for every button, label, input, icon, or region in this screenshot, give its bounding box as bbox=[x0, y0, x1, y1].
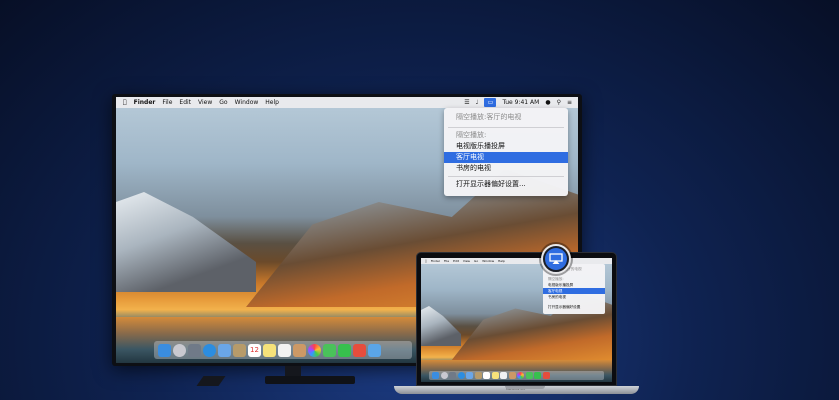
airplay-menu: 隔空播放:客厅的电视 隔空播放: 电视版乐播投屏 客厅电视 书房的电视 打开显示… bbox=[444, 108, 568, 196]
macbook-facetime-icon[interactable] bbox=[534, 372, 541, 379]
macbook-news-icon[interactable] bbox=[542, 372, 550, 379]
launchpad-icon[interactable] bbox=[188, 343, 201, 357]
dock: 12 bbox=[154, 341, 412, 359]
macbook-photos-icon[interactable] bbox=[517, 372, 524, 379]
macbook-menu-file[interactable]: File bbox=[444, 259, 449, 263]
airplay-magnifier bbox=[541, 244, 571, 274]
tv-stand-foot-right bbox=[265, 376, 355, 384]
menu-file[interactable]: File bbox=[162, 99, 172, 106]
spotlight-icon[interactable]: ⚲ bbox=[557, 99, 561, 106]
macbook-screen:  Finder File Edit View Go Window Help 隔… bbox=[421, 258, 612, 382]
menu-divider bbox=[448, 127, 564, 128]
wifi-icon[interactable]: ☰ bbox=[464, 99, 469, 106]
calendar-icon[interactable]: 12 bbox=[248, 343, 261, 357]
mail-icon[interactable] bbox=[218, 343, 231, 357]
macbook-menu-go[interactable]: Go bbox=[474, 259, 478, 263]
macbook-apple-icon[interactable]:  bbox=[425, 259, 427, 263]
notification-center-icon[interactable]: ≡ bbox=[567, 99, 572, 106]
macbook-reminders-icon[interactable] bbox=[500, 372, 507, 379]
messages-icon[interactable] bbox=[323, 343, 336, 357]
menu-bar:  Finder File Edit View Go Window Help ☰… bbox=[116, 97, 578, 108]
macbook-display-prefs[interactable]: 打开显示器偏好设置 bbox=[543, 304, 605, 310]
apple-menu-icon[interactable]:  bbox=[123, 99, 127, 106]
menu-edit[interactable]: Edit bbox=[179, 99, 191, 106]
menu-divider bbox=[448, 176, 564, 177]
macbook-notch bbox=[505, 386, 545, 389]
macbook-menu-help[interactable]: Help bbox=[498, 259, 505, 263]
macbook-contacts-icon[interactable] bbox=[474, 372, 482, 379]
news-icon[interactable] bbox=[353, 343, 366, 357]
finder-icon[interactable] bbox=[158, 343, 171, 357]
safari-icon[interactable] bbox=[203, 343, 216, 357]
macbook-launchpad-icon[interactable] bbox=[449, 372, 456, 379]
macbook-mail-icon[interactable] bbox=[466, 372, 473, 379]
reminders-icon[interactable] bbox=[278, 343, 291, 357]
notes-icon[interactable] bbox=[263, 343, 276, 357]
airplay-device-3[interactable]: 书房的电视 bbox=[444, 163, 568, 174]
menu-clock[interactable]: Tue 9:41 AM bbox=[502, 99, 539, 106]
macbook-maps-icon[interactable] bbox=[508, 372, 516, 379]
menu-go[interactable]: Go bbox=[219, 99, 227, 106]
photos-icon[interactable] bbox=[308, 343, 321, 357]
macbook-finder-icon[interactable] bbox=[432, 372, 439, 379]
macbook-menu-view[interactable]: View bbox=[463, 259, 470, 263]
menu-view[interactable]: View bbox=[198, 99, 212, 106]
menu-finder[interactable]: Finder bbox=[134, 99, 156, 106]
maps-icon[interactable] bbox=[293, 343, 306, 357]
menu-window[interactable]: Window bbox=[235, 99, 259, 106]
airplay-device-1[interactable]: 电视版乐播投屏 bbox=[444, 141, 568, 152]
airplay-icon[interactable]: ▭ bbox=[484, 98, 497, 107]
tv-stand-foot-left bbox=[196, 376, 226, 386]
display-preferences-item[interactable]: 打开显示器偏好设置... bbox=[444, 179, 568, 190]
airplay-section-label: 隔空播放: bbox=[456, 131, 487, 139]
airplay-menu-header: 隔空播放:客厅的电视 bbox=[456, 113, 522, 121]
volume-icon[interactable]: ♩ bbox=[476, 99, 479, 106]
macbook-dock bbox=[429, 371, 604, 380]
status-area: ☰ ♩ ▭ Tue 9:41 AM ● ⚲ ≡ bbox=[464, 97, 572, 108]
user-icon[interactable]: ● bbox=[545, 99, 550, 106]
macbook-menu-edit[interactable]: Edit bbox=[453, 259, 459, 263]
finder-2-icon[interactable] bbox=[368, 343, 381, 357]
facetime-icon[interactable] bbox=[338, 343, 351, 357]
airplay-icon[interactable] bbox=[545, 248, 567, 270]
macbook-messages-icon[interactable] bbox=[525, 372, 533, 379]
menu-help[interactable]: Help bbox=[265, 99, 279, 106]
macbook-calendar-icon[interactable] bbox=[483, 372, 490, 379]
siri-icon[interactable] bbox=[173, 343, 186, 357]
macbook-notes-icon[interactable] bbox=[491, 372, 499, 379]
macbook-airplay-device-3[interactable]: 书房的电视 bbox=[543, 294, 605, 300]
contacts-icon[interactable] bbox=[233, 343, 246, 357]
airplay-device-2[interactable]: 客厅电视 bbox=[444, 152, 568, 163]
macbook-safari-icon[interactable] bbox=[457, 372, 465, 379]
macbook-menu-window[interactable]: Window bbox=[482, 259, 494, 263]
macbook-menu-finder[interactable]: Finder bbox=[431, 259, 440, 263]
macbook-siri-icon[interactable] bbox=[440, 372, 448, 379]
